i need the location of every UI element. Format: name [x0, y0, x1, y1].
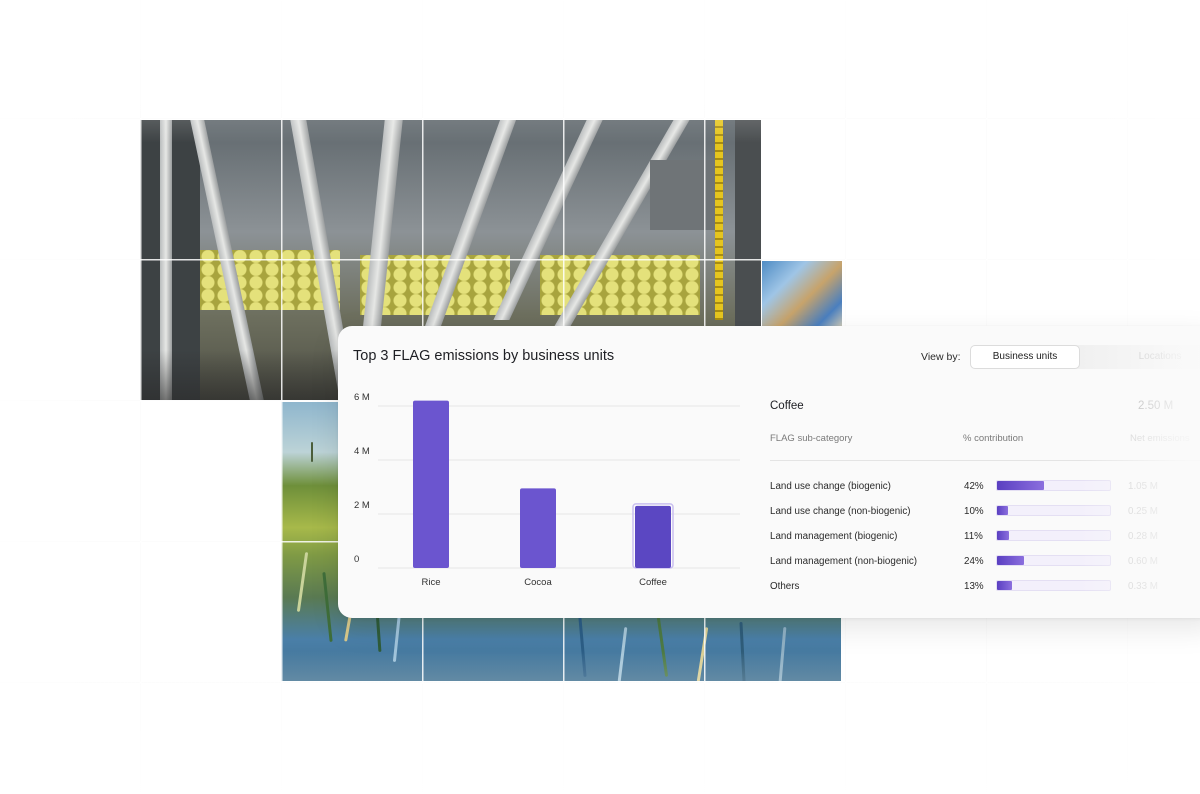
card-title: Top 3 FLAG emissions by business units — [353, 348, 615, 364]
detail-total: 2.50 M — [1138, 400, 1174, 412]
contribution-percent: 10% — [964, 506, 984, 517]
bar-rice[interactable] — [413, 400, 449, 568]
net-emissions-value: 0.28 M — [1128, 531, 1158, 542]
net-emissions-value: 0.33 M — [1128, 581, 1158, 592]
contribution-bar — [996, 555, 1111, 566]
contribution-row: Land use change (biogenic) 42% 1.05 M — [770, 479, 1200, 495]
contribution-row: Land management (biogenic) 11% 0.28 M — [770, 529, 1200, 545]
contribution-row: Others 13% 0.33 M — [770, 579, 1200, 595]
contribution-bar — [996, 580, 1111, 591]
detail-title: Coffee — [770, 400, 804, 412]
contribution-bar — [996, 530, 1111, 541]
contribution-bar — [996, 480, 1111, 491]
y-tick-label: 6 M — [354, 392, 370, 403]
header-contribution: % contribution — [963, 433, 1024, 444]
painted-sky-image — [762, 261, 842, 331]
contribution-bar-fill — [997, 506, 1009, 515]
card-right-fade — [1078, 326, 1200, 618]
net-emissions-value: 0.60 M — [1128, 556, 1158, 567]
bar-chart: 0 2 M 4 M 6 M Rice Cocoa Coffee — [354, 392, 740, 588]
header-net-emissions: Net emissions — [1130, 433, 1190, 444]
net-emissions-value: 0.25 M — [1128, 506, 1158, 517]
y-tick-label: 4 M — [354, 446, 370, 457]
view-by-label: View by: — [921, 351, 961, 363]
y-tick-label: 2 M — [354, 500, 370, 511]
contribution-bar-fill — [997, 481, 1045, 490]
emissions-card: Top 3 FLAG emissions by business units V… — [338, 326, 1200, 618]
sub-category-label: Land management (non-biogenic) — [770, 556, 918, 567]
x-tick-label: Cocoa — [524, 577, 552, 588]
bar-coffee[interactable] — [635, 505, 671, 568]
contribution-bar-fill — [997, 531, 1010, 540]
contribution-percent: 42% — [964, 481, 984, 492]
contribution-row: Land management (non-biogenic) 24% 0.60 M — [770, 554, 1200, 570]
view-business-units-button[interactable]: Business units — [970, 345, 1080, 369]
bar-cocoa[interactable] — [520, 488, 556, 568]
contribution-percent: 13% — [964, 581, 984, 592]
contribution-bar-fill — [997, 581, 1012, 590]
view-by-toggle: Business units Locations — [970, 345, 1200, 369]
y-tick-label: 0 — [354, 554, 359, 565]
sub-category-label: Land use change (non-biogenic) — [770, 506, 911, 517]
header-divider — [770, 460, 1200, 461]
contribution-percent: 11% — [964, 531, 983, 542]
sub-category-label: Land management (biogenic) — [770, 531, 898, 542]
contribution-bar-fill — [997, 556, 1025, 565]
x-tick-label: Coffee — [639, 577, 667, 588]
x-tick-label: Rice — [421, 577, 440, 588]
view-locations-button[interactable]: Locations — [1090, 345, 1200, 369]
contribution-row: Land use change (non-biogenic) 10% 0.25 M — [770, 504, 1200, 520]
net-emissions-value: 1.05 M — [1128, 481, 1158, 492]
contribution-percent: 24% — [964, 556, 984, 567]
sub-category-label: Others — [770, 581, 800, 592]
header-sub-category: FLAG sub-category — [770, 433, 853, 444]
sub-category-label: Land use change (biogenic) — [770, 481, 891, 492]
contribution-bar — [996, 505, 1111, 516]
